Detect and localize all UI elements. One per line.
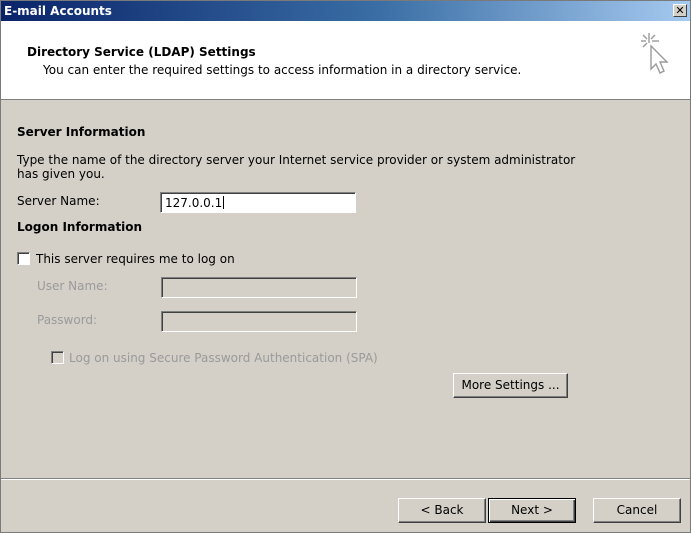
more-settings-button[interactable]: More Settings ... (453, 373, 568, 398)
page-title: Directory Service (LDAP) Settings (27, 45, 256, 59)
email-accounts-dialog: E-mail Accounts ✕ Directory Service (LDA… (0, 0, 691, 533)
user-name-input[interactable] (161, 277, 357, 298)
footer-divider-highlight (1, 479, 690, 480)
server-name-input[interactable]: 127.0.0.1 (160, 192, 356, 213)
server-name-value: 127.0.0.1 (165, 196, 223, 210)
spa-checkbox[interactable] (51, 351, 64, 364)
close-button[interactable]: ✕ (673, 4, 687, 17)
password-input[interactable] (161, 311, 357, 332)
page-subtitle: You can enter the required settings to a… (43, 63, 522, 77)
user-name-label: User Name: (37, 279, 108, 293)
logon-info-heading: Logon Information (17, 220, 143, 234)
password-label: Password: (37, 313, 98, 327)
server-info-description-2: has given you. (17, 167, 105, 181)
wizard-header: Directory Service (LDAP) Settings You ca… (1, 21, 690, 100)
next-button[interactable]: Next > (488, 498, 576, 523)
spa-label[interactable]: Log on using Secure Password Authenticat… (69, 351, 378, 365)
window-title: E-mail Accounts (4, 4, 112, 18)
server-info-description-1: Type the name of the directory server yo… (17, 153, 576, 167)
server-info-heading: Server Information (17, 125, 146, 139)
requires-logon-label[interactable]: This server requires me to log on (36, 252, 235, 266)
server-name-label: Server Name: (17, 194, 100, 208)
wizard-cursor-icon (641, 33, 669, 74)
close-icon: ✕ (675, 4, 685, 17)
cancel-button[interactable]: Cancel (593, 498, 681, 523)
title-bar[interactable]: E-mail Accounts ✕ (1, 1, 690, 21)
requires-logon-checkbox[interactable] (17, 252, 30, 265)
back-button[interactable]: < Back (398, 498, 486, 523)
